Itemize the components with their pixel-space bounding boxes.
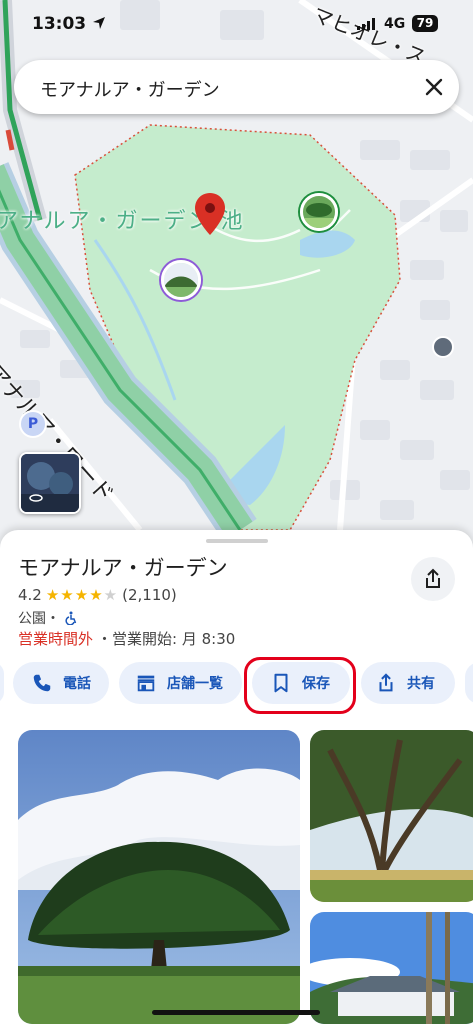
status-bar: 13:03 4G 79 <box>0 0 473 52</box>
store-list-button[interactable]: 店舗一覧 <box>119 662 242 704</box>
close-icon[interactable] <box>422 75 446 99</box>
street-view-thumbnail[interactable] <box>19 452 81 514</box>
status-time: 13:03 <box>32 14 87 34</box>
battery-level: 79 <box>412 15 438 32</box>
photo-tree[interactable] <box>310 730 473 902</box>
hours-row[interactable]: 営業時間外 ・営業開始: 月 8:30 <box>18 628 235 649</box>
phone-icon <box>33 674 51 692</box>
share-icon <box>426 568 440 588</box>
opening-info: ・営業開始: 月 8:30 <box>97 630 236 648</box>
photo-house[interactable] <box>310 912 473 1024</box>
rating-value: 4.2 <box>18 586 42 604</box>
network-type: 4G <box>384 16 406 32</box>
signal-icon <box>357 18 375 30</box>
location-arrow-icon <box>93 17 105 29</box>
call-button[interactable]: 電話 <box>13 662 109 704</box>
share-button[interactable] <box>411 557 455 601</box>
home-indicator[interactable] <box>152 1010 320 1015</box>
closed-status: 営業時間外 <box>18 630 94 648</box>
share-icon <box>379 673 393 692</box>
parking-icon[interactable]: P <box>19 410 47 438</box>
photo-marker-icon[interactable] <box>300 193 338 231</box>
place-category: 公園・ <box>18 611 60 627</box>
action-chips: 電話 店舗一覧 保存 共有 <box>0 662 473 708</box>
bus-stop-icon[interactable] <box>432 336 454 358</box>
search-bar[interactable]: モアナルア・ガーデン <box>14 60 459 114</box>
share-label: 共有 <box>407 676 435 692</box>
photo-gallery[interactable] <box>0 730 473 1024</box>
search-query[interactable]: モアナルア・ガーデン <box>40 76 220 102</box>
store-list-label: 店舗一覧 <box>167 676 223 692</box>
chip-partial-left[interactable] <box>0 662 4 704</box>
rating-stars: ★★★★ <box>45 586 104 604</box>
sheet-drag-handle[interactable] <box>206 539 268 543</box>
rating-star-empty: ★ <box>103 586 119 604</box>
map-pin-icon[interactable] <box>194 193 226 237</box>
storefront-icon <box>137 675 155 692</box>
rating-row[interactable]: 4.2 ★★★★ ★ (2,110) <box>18 586 177 604</box>
place-name: モアナルア・ガーデン <box>18 556 228 580</box>
wheelchair-icon <box>65 611 77 625</box>
photo-marker-icon[interactable] <box>161 260 201 300</box>
save-button-highlight <box>244 657 356 714</box>
review-count: (2,110) <box>122 586 177 604</box>
category-row: 公園・ <box>18 608 78 628</box>
place-sheet[interactable]: モアナルア・ガーデン 4.2 ★★★★ ★ (2,110) 公園・ 営業時間外 ・営… <box>0 530 473 1024</box>
call-label: 電話 <box>63 676 91 692</box>
share-action-button[interactable]: 共有 <box>361 662 455 704</box>
chip-partial-right[interactable] <box>465 662 473 704</box>
photo-main[interactable] <box>18 730 300 1024</box>
